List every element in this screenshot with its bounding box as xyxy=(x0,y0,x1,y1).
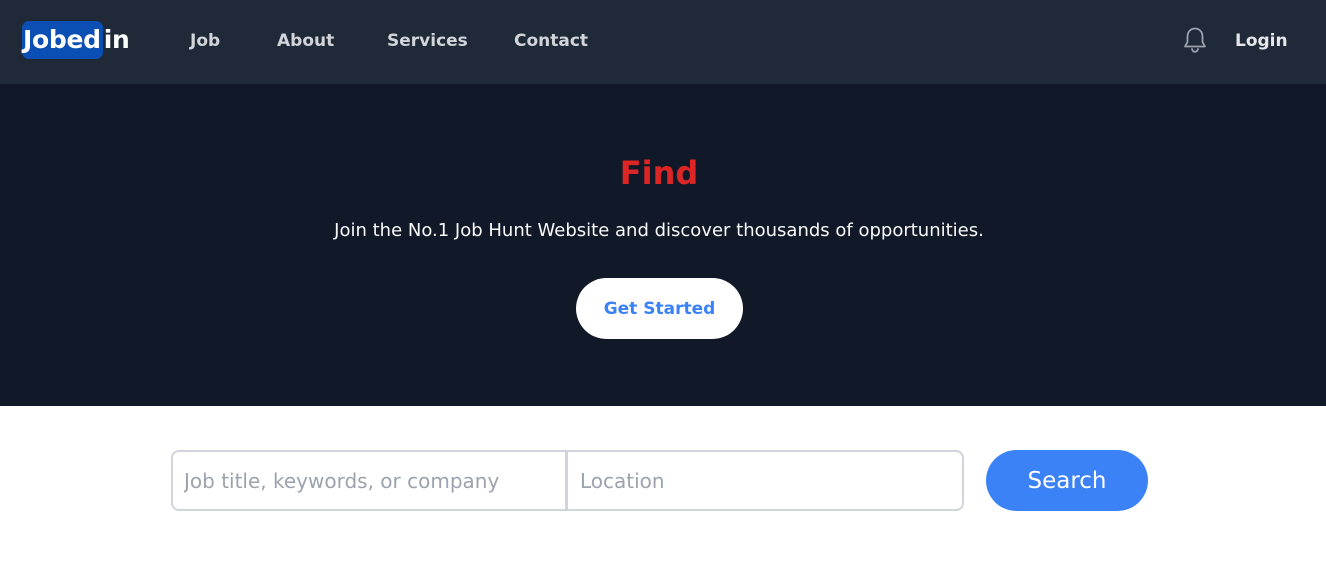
nav-link-about[interactable]: About xyxy=(277,28,334,54)
keywords-search-input[interactable] xyxy=(173,452,568,509)
nav-link-contact[interactable]: Contact xyxy=(514,28,588,54)
hero-section: Find Join the No.1 Job Hunt Website and … xyxy=(0,84,1326,406)
top-navbar: Jobed in Job About Services Contact Login xyxy=(0,0,1326,84)
get-started-button[interactable]: Get Started xyxy=(576,278,743,339)
brand-logo[interactable]: Jobed in xyxy=(22,21,130,59)
location-input[interactable] xyxy=(568,452,962,509)
logo-suffix: in xyxy=(103,24,130,54)
login-link[interactable]: Login xyxy=(1235,28,1288,54)
hero-title: Find xyxy=(619,154,699,192)
nav-link-job[interactable]: Job xyxy=(190,28,220,54)
bell-icon[interactable] xyxy=(1182,26,1208,54)
search-bar xyxy=(171,450,964,511)
hero-subtitle: Join the No.1 Job Hunt Website and disco… xyxy=(334,220,984,241)
search-button[interactable]: Search xyxy=(986,450,1148,511)
nav-link-services[interactable]: Services xyxy=(387,28,468,54)
logo-highlight: Jobed xyxy=(22,21,103,59)
